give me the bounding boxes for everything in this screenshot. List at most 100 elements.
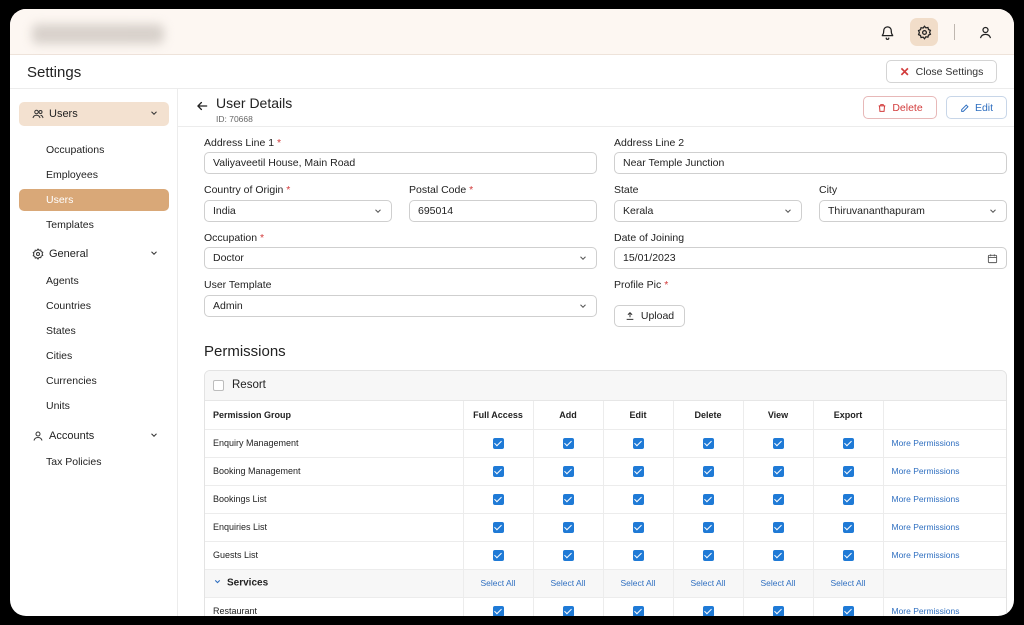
- calendar-icon[interactable]: [987, 253, 998, 267]
- checkbox-checked[interactable]: [702, 549, 714, 561]
- checkbox-checked[interactable]: [842, 493, 854, 505]
- joining-date-input[interactable]: 15/01/2023: [614, 247, 1007, 269]
- sidebar-item-tax-policies[interactable]: Tax Policies: [19, 451, 169, 473]
- chevron-down-icon: [149, 248, 159, 261]
- resort-checkbox[interactable]: [213, 380, 224, 391]
- bell-icon[interactable]: [873, 18, 901, 46]
- checkbox-checked[interactable]: [492, 549, 504, 561]
- sidebar-item-states[interactable]: States: [19, 320, 169, 342]
- more-permissions-link[interactable]: More Permissions: [882, 457, 1006, 486]
- settings-gear-icon[interactable]: [910, 18, 938, 46]
- checkbox-checked[interactable]: [492, 493, 504, 505]
- select-all-link[interactable]: Select All: [462, 569, 533, 598]
- checkbox-checked[interactable]: [562, 605, 574, 616]
- section-label: Services: [227, 577, 269, 589]
- city-select[interactable]: Thiruvananthapuram: [819, 200, 1007, 222]
- checkbox-checked[interactable]: [562, 521, 574, 533]
- checkbox-checked[interactable]: [562, 437, 574, 449]
- address2-label: Address Line 2: [614, 137, 685, 149]
- checkbox-checked[interactable]: [492, 605, 504, 616]
- address1-input[interactable]: Valiyaveetil House, Main Road: [204, 152, 597, 174]
- checkbox-checked[interactable]: [632, 521, 644, 533]
- sidebar-item-employees[interactable]: Employees: [19, 164, 169, 186]
- checkbox-checked[interactable]: [772, 465, 784, 477]
- more-permissions-link[interactable]: More Permissions: [882, 513, 1006, 542]
- delete-button[interactable]: Delete: [863, 96, 937, 119]
- chevron-down-icon: [149, 108, 159, 121]
- table-row: Booking Management More Permissions: [205, 457, 1006, 486]
- checkbox-checked[interactable]: [702, 605, 714, 616]
- permission-name: Guests List: [205, 541, 463, 570]
- template-select[interactable]: Admin: [204, 295, 597, 317]
- checkbox-checked[interactable]: [842, 437, 854, 449]
- checkbox-checked[interactable]: [772, 549, 784, 561]
- select-all-link[interactable]: Select All: [812, 569, 883, 598]
- checkbox-checked[interactable]: [772, 437, 784, 449]
- checkbox-checked[interactable]: [492, 521, 504, 533]
- more-permissions-link[interactable]: More Permissions: [882, 485, 1006, 514]
- settings-header: Settings ✕ Close Settings: [10, 55, 1014, 89]
- checkbox-checked[interactable]: [632, 549, 644, 561]
- more-permissions-link[interactable]: More Permissions: [882, 429, 1006, 458]
- sidebar-item-cities[interactable]: Cities: [19, 345, 169, 367]
- checkbox-checked[interactable]: [632, 437, 644, 449]
- city-label: City: [819, 184, 838, 196]
- table-row: Guests List More Permissions: [205, 541, 1006, 570]
- checkbox-checked[interactable]: [702, 521, 714, 533]
- select-all-link[interactable]: Select All: [672, 569, 743, 598]
- chevron-down-icon[interactable]: [213, 577, 222, 589]
- sidebar-item-agents[interactable]: Agents: [19, 270, 169, 292]
- column-header-blank: [882, 401, 1006, 430]
- postal-code-input[interactable]: 695014: [409, 200, 597, 222]
- state-select[interactable]: Kerala: [614, 200, 802, 222]
- permission-name: Enquiry Management: [205, 429, 463, 458]
- country-select[interactable]: India: [204, 200, 392, 222]
- checkbox-checked[interactable]: [562, 493, 574, 505]
- sidebar-group-general[interactable]: General: [19, 242, 169, 266]
- sidebar-item-currencies[interactable]: Currencies: [19, 370, 169, 392]
- sidebar-item-occupations[interactable]: Occupations: [19, 139, 169, 161]
- sidebar-item-countries[interactable]: Countries: [19, 295, 169, 317]
- checkbox-checked[interactable]: [562, 465, 574, 477]
- checkbox-checked[interactable]: [632, 493, 644, 505]
- edit-button[interactable]: Edit: [946, 96, 1007, 119]
- checkbox-checked[interactable]: [772, 521, 784, 533]
- checkbox-checked[interactable]: [842, 605, 854, 616]
- checkbox-checked[interactable]: [632, 465, 644, 477]
- checkbox-checked[interactable]: [772, 605, 784, 616]
- main-content: User Details ID: 70668 Delete Edit Addre…: [178, 89, 1014, 616]
- checkbox-checked[interactable]: [562, 549, 574, 561]
- sidebar-item-units[interactable]: Units: [19, 395, 169, 417]
- sidebar-group-accounts[interactable]: Accounts: [19, 424, 169, 448]
- sidebar-item-templates[interactable]: Templates: [19, 214, 169, 236]
- user-icon[interactable]: [971, 18, 999, 46]
- close-settings-button[interactable]: ✕ Close Settings: [886, 60, 997, 83]
- section-row-services[interactable]: Services Select All Select All Select Al…: [205, 569, 1006, 598]
- checkbox-checked[interactable]: [842, 521, 854, 533]
- permission-group-header: Resort: [205, 371, 1006, 401]
- sidebar-item-users[interactable]: Users: [19, 189, 169, 211]
- checkbox-checked[interactable]: [492, 465, 504, 477]
- checkbox-checked[interactable]: [702, 465, 714, 477]
- checkbox-checked[interactable]: [492, 437, 504, 449]
- edit-label: Edit: [974, 101, 994, 114]
- checkbox-checked[interactable]: [842, 465, 854, 477]
- checkbox-checked[interactable]: [702, 437, 714, 449]
- sidebar-group-users[interactable]: Users: [19, 102, 169, 126]
- back-arrow-icon[interactable]: [195, 99, 209, 116]
- more-permissions-link[interactable]: More Permissions: [882, 597, 1006, 616]
- checkbox-checked[interactable]: [772, 493, 784, 505]
- upload-button[interactable]: Upload: [614, 305, 685, 327]
- occupation-label: Occupation *: [204, 232, 265, 244]
- address2-input[interactable]: Near Temple Junction: [614, 152, 1007, 174]
- select-all-link[interactable]: Select All: [532, 569, 603, 598]
- checkbox-checked[interactable]: [632, 605, 644, 616]
- permissions-grid: Permission Group Full Access Add Edit De…: [205, 401, 1006, 616]
- checkbox-checked[interactable]: [842, 549, 854, 561]
- select-all-link[interactable]: Select All: [602, 569, 673, 598]
- select-all-link[interactable]: Select All: [742, 569, 813, 598]
- occupation-select[interactable]: Doctor: [204, 247, 597, 269]
- checkbox-checked[interactable]: [702, 493, 714, 505]
- chevron-down-icon: [373, 206, 383, 219]
- more-permissions-link[interactable]: More Permissions: [882, 541, 1006, 570]
